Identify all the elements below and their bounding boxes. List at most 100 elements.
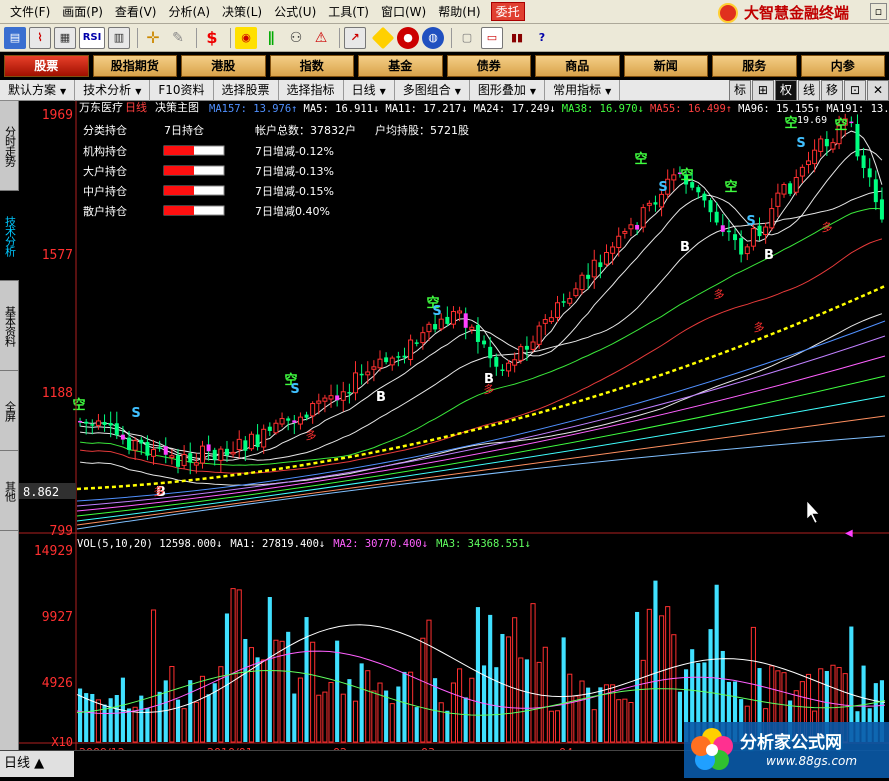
help-icon[interactable]: ? xyxy=(531,27,553,49)
analysis-tool-5[interactable]: 日线 xyxy=(344,79,395,101)
window-icon[interactable]: ▭ xyxy=(481,26,503,49)
vol-label-top: 14929 xyxy=(34,544,73,559)
chart-control-5[interactable]: ⊡ xyxy=(844,80,866,101)
crosshair-icon[interactable]: ✛ xyxy=(142,27,164,49)
analysis-tool-0[interactable]: 默认方案 xyxy=(0,79,76,101)
analysis-tool-8[interactable]: 常用指标 xyxy=(545,79,621,101)
grid-icon[interactable]: ▥ xyxy=(108,26,130,49)
chart-control-6[interactable]: ✕ xyxy=(867,80,889,101)
side-tab-4[interactable]: 其他 xyxy=(0,451,19,531)
candle-body-down xyxy=(879,199,884,220)
menu-trade[interactable]: 委托 xyxy=(490,2,525,21)
restore-icon[interactable]: ▫ xyxy=(870,3,887,20)
candle-body-up xyxy=(377,358,383,369)
trade-signal: S xyxy=(746,214,755,229)
menu-item-0[interactable]: 文件(F) xyxy=(4,3,56,20)
chart-up-icon[interactable]: ↗ xyxy=(344,26,366,49)
volume-bar-down xyxy=(335,640,340,742)
chart-control-3[interactable]: 线 xyxy=(797,80,820,101)
analysis-tool-1[interactable]: 技术分析 xyxy=(75,79,151,101)
volume-bar-down xyxy=(145,708,150,742)
candle-body-down xyxy=(653,202,658,205)
candle-body-down xyxy=(757,225,762,237)
side-tab-1[interactable]: 技术分析 xyxy=(0,191,19,281)
candle-body-up xyxy=(542,319,548,324)
books-icon[interactable]: ▮▮ xyxy=(506,27,528,49)
total-accounts: 帐户总数：37832户 xyxy=(255,123,356,137)
binoculars-icon[interactable]: ⚇ xyxy=(285,27,307,49)
candle-body-up xyxy=(567,298,573,304)
nav-tab-1[interactable]: 股指期货 xyxy=(92,55,177,77)
nav-tab-4[interactable]: 基金 xyxy=(358,55,443,77)
candle-body-up xyxy=(781,184,787,195)
candle-body-up xyxy=(248,433,254,450)
side-tab-3[interactable]: 全屏 xyxy=(0,371,19,451)
candle-body-up xyxy=(744,246,750,255)
chart-background xyxy=(19,101,889,750)
candle-body-down xyxy=(475,325,480,342)
analysis-tool-4[interactable]: 选择指标 xyxy=(279,79,344,101)
chart-control-2[interactable]: 权 xyxy=(774,80,797,101)
menu-item-1[interactable]: 画面(P) xyxy=(56,3,109,20)
alarm-icon[interactable]: ⚠ xyxy=(310,27,332,49)
candle-body-down xyxy=(702,193,707,201)
open-icon[interactable]: ▤ xyxy=(4,26,26,49)
chart-control-1[interactable]: ⊞ xyxy=(751,80,774,101)
bars-icon[interactable]: ∥ xyxy=(260,27,282,49)
candle-body-up xyxy=(512,359,518,366)
menu-item-7[interactable]: 窗口(W) xyxy=(375,3,432,20)
holding-bar-fill xyxy=(164,146,194,155)
candle-body-up xyxy=(793,177,799,193)
volume-bar-down xyxy=(396,686,401,742)
brand-name: 大智慧金融终端 xyxy=(743,4,849,22)
candle-body-down xyxy=(463,313,468,328)
diamond-icon[interactable] xyxy=(371,26,395,49)
volume-bar-down xyxy=(445,710,450,742)
analysis-tool-2[interactable]: F10资料 xyxy=(150,79,214,101)
nav-tab-2[interactable]: 港股 xyxy=(181,55,266,77)
analysis-tool-7[interactable]: 图形叠加 xyxy=(470,79,546,101)
candle-body-down xyxy=(788,183,793,194)
candle-body-down xyxy=(286,418,291,421)
holdings-col2: 7日持仓 xyxy=(164,123,204,137)
menu-item-8[interactable]: 帮助(H) xyxy=(432,3,486,20)
status-period[interactable]: 日线 ▲ xyxy=(0,751,74,777)
candle-body-up xyxy=(830,142,836,150)
vol-label-mid: 9927 xyxy=(42,610,73,625)
notes-icon[interactable]: ▢ xyxy=(456,27,478,49)
nav-tab-5[interactable]: 债券 xyxy=(446,55,531,77)
nav-tab-0[interactable]: 股票 xyxy=(4,55,89,77)
bull-signal: 多 xyxy=(822,220,833,234)
side-tab-0[interactable]: 分时走势 xyxy=(0,101,19,191)
analysis-tool-3[interactable]: 选择股票 xyxy=(214,79,279,101)
menu-item-2[interactable]: 查看(V) xyxy=(109,3,163,20)
menu-item-4[interactable]: 决策(L) xyxy=(216,3,268,20)
kline-icon[interactable]: ⌇ xyxy=(29,26,51,49)
nav-tab-9[interactable]: 内参 xyxy=(800,55,885,77)
chart-control-0[interactable]: 标 xyxy=(728,80,751,101)
market-nav: 股票 股指期货 港股 指数 基金 债券 商品 新闻 服务 内参 xyxy=(0,52,889,80)
nav-tab-6[interactable]: 商品 xyxy=(535,55,620,77)
menu-item-6[interactable]: 工具(T) xyxy=(322,3,375,20)
chart-icon[interactable]: ▦ xyxy=(54,26,76,49)
menu-item-5[interactable]: 公式(U) xyxy=(268,3,322,20)
globe-icon[interactable]: ◍ xyxy=(422,26,444,49)
analysis-tool-6[interactable]: 多图组合 xyxy=(395,79,470,101)
record-icon[interactable]: ● xyxy=(397,26,419,49)
bull-signal: 多 xyxy=(154,484,165,498)
rsi-icon[interactable]: RSI xyxy=(79,26,105,49)
side-tab-2[interactable]: 基本资料 xyxy=(0,281,19,371)
menu-item-3[interactable]: 分析(A) xyxy=(162,3,216,20)
kline-chart[interactable]: 空SB空SB空SB空SB空空SB空S空多多多多多多 1969 1577 1188… xyxy=(19,100,889,759)
candle-body-down xyxy=(867,168,872,178)
nav-tab-7[interactable]: 新闻 xyxy=(623,55,708,77)
chart-control-4[interactable]: 移 xyxy=(820,80,843,101)
trade-signal: S xyxy=(432,304,441,319)
volume-bar-down xyxy=(414,707,419,742)
dollar-icon[interactable]: $ xyxy=(201,27,223,49)
nav-tab-8[interactable]: 服务 xyxy=(712,55,797,77)
candle-body-up xyxy=(132,440,138,451)
nav-tab-3[interactable]: 指数 xyxy=(269,55,354,77)
ruler-icon[interactable]: ✎ xyxy=(167,27,189,49)
lamp-icon[interactable]: ◉ xyxy=(235,26,257,49)
